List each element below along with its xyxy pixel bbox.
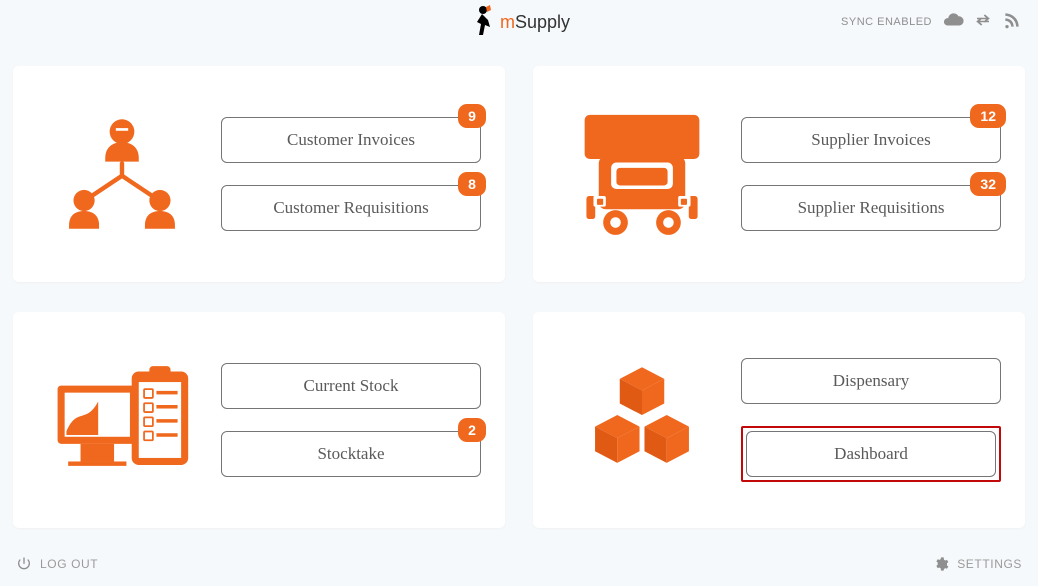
footer-bar: LOG OUT SETTINGS (0, 556, 1038, 572)
button-label: Dashboard (834, 444, 908, 464)
dashboard-grid: Customer Invoices 9 Customer Requisition… (0, 44, 1038, 528)
tile-stock: Current Stock Stocktake 2 (13, 312, 505, 528)
customer-requisitions-button[interactable]: Customer Requisitions 8 (221, 185, 481, 231)
brand-logo-icon (468, 5, 496, 39)
header-right: SYNC ENABLED (841, 0, 1022, 44)
button-label: Customer Invoices (287, 130, 415, 150)
supplier-requisitions-button[interactable]: Supplier Requisitions 32 (741, 185, 1001, 231)
brand: mSupply (468, 5, 570, 39)
stocktake-button[interactable]: Stocktake 2 (221, 431, 481, 477)
customer-requisitions-badge: 8 (458, 172, 486, 196)
logout-button[interactable]: LOG OUT (16, 556, 98, 572)
brand-text: mSupply (500, 12, 570, 33)
supplier-invoices-button[interactable]: Supplier Invoices 12 (741, 117, 1001, 163)
button-label: Supplier Requisitions (798, 198, 945, 218)
stock-clipboard-icon (37, 360, 207, 480)
button-label: Stocktake (317, 444, 384, 464)
sync-status-label: SYNC ENABLED (841, 16, 932, 28)
dashboard-button[interactable]: Dashboard (746, 431, 996, 477)
dashboard-highlight-frame: Dashboard (741, 426, 1001, 482)
supplier-invoices-badge: 12 (970, 104, 1006, 128)
button-label: Current Stock (304, 376, 399, 396)
brand-letter-m: m (500, 12, 515, 32)
customer-invoices-badge: 9 (458, 104, 486, 128)
customer-icon (37, 109, 207, 239)
sync-exchange-icon[interactable] (974, 11, 992, 34)
header-bar: mSupply SYNC ENABLED (0, 0, 1038, 44)
cloud-icon[interactable] (942, 9, 964, 36)
logout-label: LOG OUT (40, 557, 98, 571)
current-stock-button[interactable]: Current Stock (221, 363, 481, 409)
button-label: Supplier Invoices (811, 130, 930, 150)
gear-icon (933, 556, 949, 572)
tile-modules: Dispensary Dashboard (533, 312, 1025, 528)
customer-invoices-button[interactable]: Customer Invoices 9 (221, 117, 481, 163)
power-icon (16, 556, 32, 572)
button-label: Dispensary (833, 371, 909, 391)
tile-customer: Customer Invoices 9 Customer Requisition… (13, 66, 505, 282)
tile-supplier: Supplier Invoices 12 Supplier Requisitio… (533, 66, 1025, 282)
button-label: Customer Requisitions (273, 198, 428, 218)
dispensary-button[interactable]: Dispensary (741, 358, 1001, 404)
feed-icon[interactable] (1002, 10, 1022, 35)
supplier-requisitions-badge: 32 (970, 172, 1006, 196)
supplier-truck-icon (557, 104, 727, 244)
settings-button[interactable]: SETTINGS (933, 556, 1022, 572)
brand-rest: Supply (515, 12, 570, 32)
stocktake-badge: 2 (458, 418, 486, 442)
modules-boxes-icon (557, 360, 727, 480)
settings-label: SETTINGS (957, 557, 1022, 571)
